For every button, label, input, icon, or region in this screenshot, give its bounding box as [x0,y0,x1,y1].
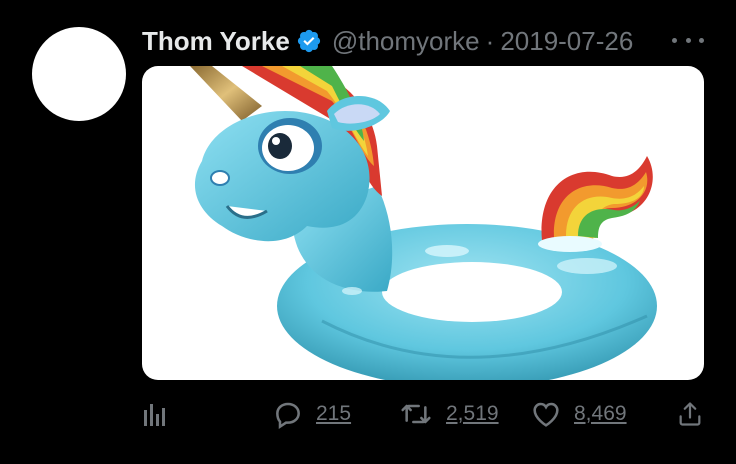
tweet-date[interactable]: 2019-07-26 [500,26,633,57]
author-handle[interactable]: @thomyorke [332,26,480,57]
more-dot [699,37,704,43]
author-name[interactable]: Thom Yorke [142,26,290,57]
like-button[interactable]: 8,469 [530,394,627,434]
retweet-button[interactable]: 2,519 [398,394,499,434]
analytics-button[interactable] [142,394,166,434]
header-separator: · [485,25,495,56]
more-dot [672,37,677,43]
unicorn-pool-float-image [190,66,657,380]
share-icon [676,399,704,429]
verified-badge-icon [296,28,322,54]
share-button[interactable] [676,394,704,434]
retweet-icon [398,398,434,430]
more-options-icon[interactable] [672,30,704,50]
tweet: Thom Yorke @thomyorke · 2019-07-26 215 2… [0,0,736,464]
retweet-count: 2,519 [446,402,499,425]
heart-icon [530,398,562,430]
analytics-icon [142,400,166,428]
reply-button[interactable]: 215 [272,394,351,434]
avatar[interactable] [32,27,126,121]
like-count: 8,469 [574,402,627,425]
reply-icon [272,398,304,430]
tweet-header: Thom Yorke @thomyorke · 2019-07-26 [142,24,633,58]
tweet-media-image[interactable] [142,66,704,380]
reply-count: 215 [316,402,352,425]
more-dot [685,37,691,43]
tweet-actions: 215 2,519 8,469 [142,394,704,434]
